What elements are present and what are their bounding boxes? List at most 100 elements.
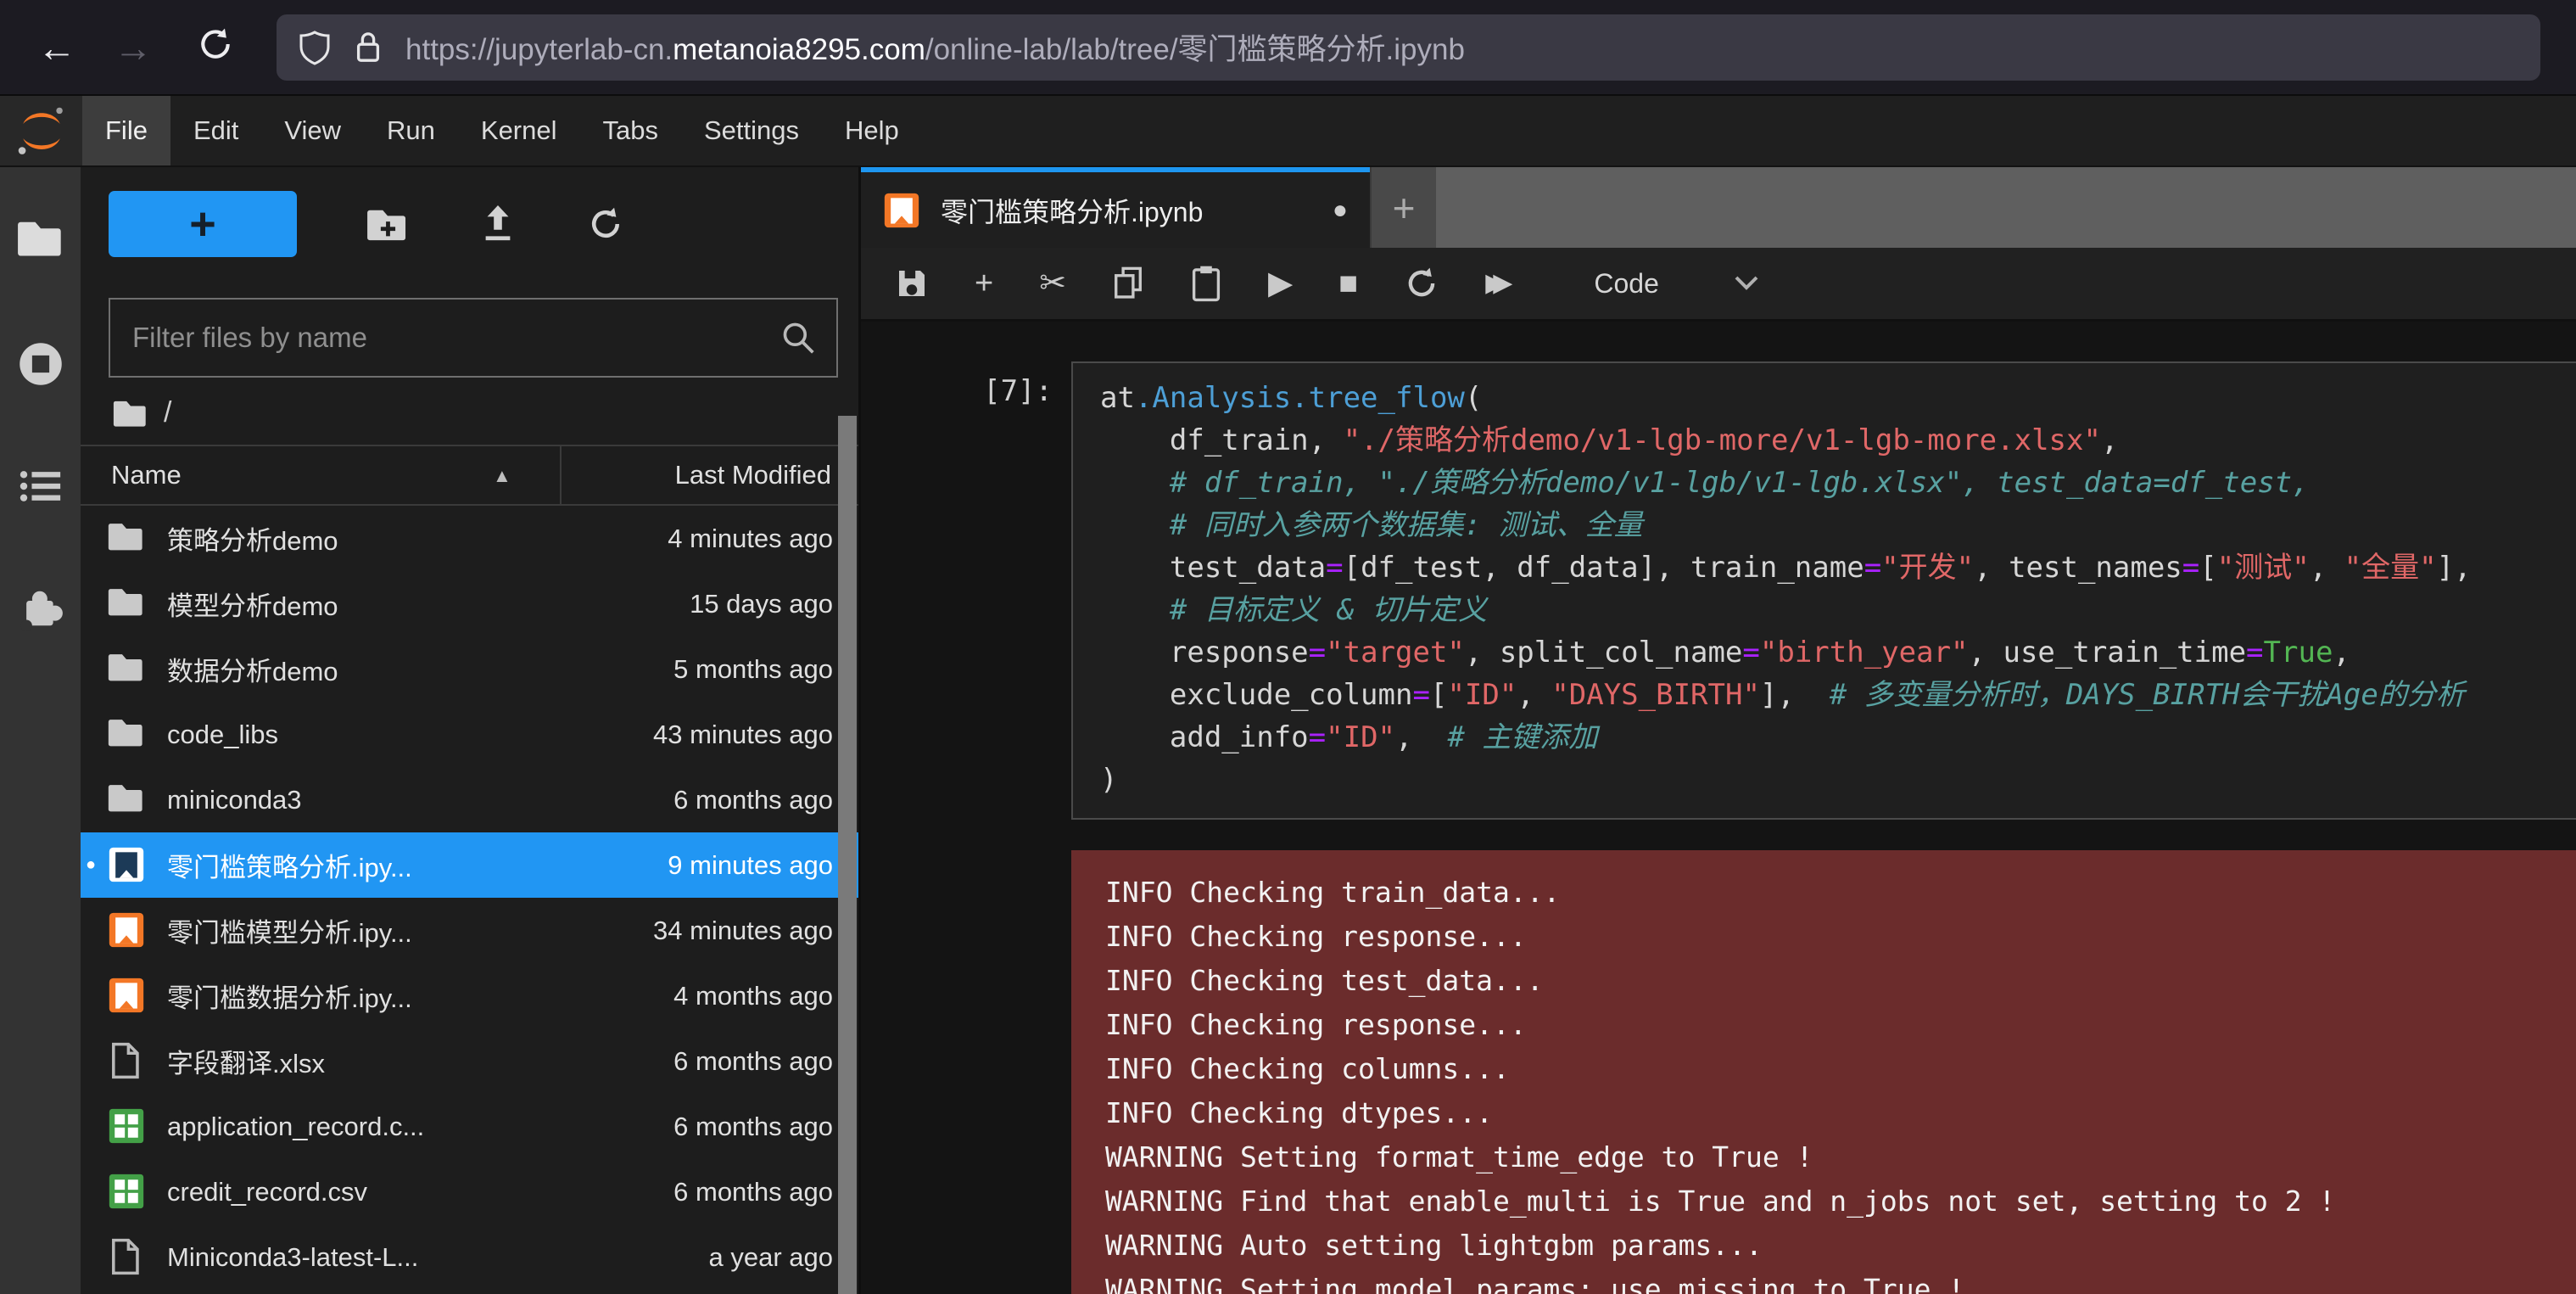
breadcrumb-root[interactable]: / [164,396,171,429]
file-browser-icon[interactable] [17,216,64,263]
menubar-items: FileEditViewRunKernelTabsSettingsHelp [82,96,922,165]
notebook-icon [108,977,145,1014]
folder-icon [108,715,145,748]
lock-icon [353,30,383,65]
file-row[interactable]: 零门槛数据分析.ipy...4 months ago [81,963,858,1028]
code-line: # 目标定义 & 切片定义 [1100,589,2576,631]
activity-bar [0,167,81,1294]
reload-button[interactable] [197,25,234,69]
file-row[interactable]: application_record.c...6 months ago [81,1094,858,1159]
restart-run-all-button[interactable]: ▶▶ [1485,271,1512,296]
code-line: ) [1100,759,2576,801]
address-bar[interactable]: https://jupyterlab-cn.metanoia8295.com/o… [277,14,2540,81]
file-modified: 15 days ago [690,589,833,619]
menu-tabs[interactable]: Tabs [580,96,681,165]
output-line: INFO Checking response... [1105,915,2576,959]
file-row[interactable]: code_libs43 minutes ago [81,702,858,767]
copy-cells-button[interactable] [1112,266,1144,301]
jupyterlab-menubar: FileEditViewRunKernelTabsSettingsHelp [0,96,2576,167]
output-line: INFO Checking columns... [1105,1047,2576,1091]
file-row[interactable]: 数据分析demo5 months ago [81,636,858,702]
file-row[interactable]: miniconda36 months ago [81,767,858,832]
notebook-content: [7]: at.Analysis.tree_flow( df_train, ".… [861,322,2576,1294]
forward-button[interactable]: → [114,28,153,67]
file-icon [108,1042,142,1079]
notebook-icon [108,911,145,949]
run-cell-button[interactable]: ▶ [1268,267,1293,300]
file-list: 策略分析demo4 minutes ago模型分析demo15 days ago… [81,506,858,1290]
output-line: INFO Checking test_data... [1105,959,2576,1003]
file-browser-toolbar: + [109,191,858,257]
file-modified: 9 minutes ago [668,850,833,881]
file-list-scrollbar[interactable] [838,416,857,1294]
code-line: test_data=[df_test, df_data], train_name… [1100,546,2576,589]
file-modified: 6 months ago [673,1177,833,1207]
cell-type-select[interactable]: Code [1594,268,1759,300]
interrupt-kernel-button[interactable]: ■ [1338,267,1358,300]
table-of-contents-icon[interactable] [19,469,63,507]
code-line: response="target", split_col_name="birth… [1100,631,2576,674]
code-line: add_info="ID", # 主键添加 [1100,716,2576,759]
menu-edit[interactable]: Edit [170,96,261,165]
menu-kernel[interactable]: Kernel [458,96,580,165]
filter-files-input[interactable] [131,321,780,355]
cut-cells-button[interactable]: ✂ [1039,267,1066,300]
column-last-modified[interactable]: Last Modified [675,460,831,490]
column-name[interactable]: Name [111,460,182,490]
cell-stderr-output: INFO Checking train_data...INFO Checking… [1071,850,2576,1294]
running-kernels-icon[interactable] [18,341,64,391]
back-button[interactable]: ← [37,28,76,67]
file-modified: 4 months ago [673,981,833,1011]
main-dock-panel: 零门槛策略分析.ipynb ● + + ✂ ▶ ■ ▶▶ [858,167,2576,1294]
file-modified: 6 months ago [673,1112,833,1142]
url-text: https://jupyterlab-cn.metanoia8295.com/o… [405,25,1465,69]
workspace: + / Name ▲ Last Modified 策略分析demo4 minut [0,167,2576,1294]
chevron-down-icon [1734,275,1759,292]
file-row[interactable]: credit_record.csv6 months ago [81,1159,858,1224]
open-file-dot: ● [86,855,96,875]
file-modified: 5 months ago [673,654,833,685]
upload-button[interactable] [478,204,517,244]
restart-kernel-button[interactable] [1404,266,1439,301]
file-row[interactable]: Miniconda3-latest-L...a year ago [81,1224,858,1290]
menu-run[interactable]: Run [364,96,458,165]
code-cell-editor[interactable]: at.Analysis.tree_flow( df_train, "./策略分析… [1071,361,2576,820]
file-row[interactable]: 模型分析demo15 days ago [81,571,858,636]
cell-type-value: Code [1594,268,1659,300]
file-row[interactable]: 字段翻译.xlsx6 months ago [81,1028,858,1094]
insert-cell-button[interactable]: + [975,267,993,300]
notebook-tab[interactable]: 零门槛策略分析.ipynb ● [861,167,1370,248]
notebook-toolbar: + ✂ ▶ ■ ▶▶ Code [861,248,2576,322]
save-button[interactable] [895,266,929,300]
refresh-button[interactable] [587,205,624,243]
file-row[interactable]: ●零门槛策略分析.ipy...9 minutes ago [81,832,858,898]
file-name: code_libs [167,720,643,750]
file-row[interactable]: 策略分析demo4 minutes ago [81,506,858,571]
jupyter-logo [0,96,82,165]
paste-cells-button[interactable] [1190,265,1222,302]
menu-file[interactable]: File [82,96,170,165]
file-modified: 34 minutes ago [653,916,833,946]
breadcrumb[interactable]: / [113,396,858,429]
sort-ascending-icon[interactable]: ▲ [493,465,511,487]
code-line: exclude_column=["ID", "DAYS_BIRTH"], # 多… [1100,674,2576,716]
column-divider [560,446,562,504]
code-line: # df_train, "./策略分析demo/v1-lgb/v1-lgb.xl… [1100,462,2576,504]
tab-bar-empty-area [1436,167,2576,248]
file-modified: 6 months ago [673,1046,833,1077]
menu-view[interactable]: View [261,96,364,165]
file-row[interactable]: 零门槛模型分析.ipy...34 minutes ago [81,898,858,963]
extensions-icon[interactable] [18,585,64,636]
home-folder-icon[interactable] [113,397,148,429]
file-modified: 6 months ago [673,785,833,815]
new-folder-button[interactable] [366,205,409,243]
folder-icon [108,650,145,683]
search-icon [780,320,816,356]
new-launcher-button[interactable]: + [109,191,297,257]
shield-icon[interactable] [299,30,331,65]
output-line: WARNING Find that enable_multi is True a… [1105,1179,2576,1224]
add-tab-button[interactable]: + [1370,167,1436,248]
unsaved-changes-indicator[interactable]: ● [1333,196,1348,225]
menu-settings[interactable]: Settings [681,96,822,165]
menu-help[interactable]: Help [822,96,922,165]
